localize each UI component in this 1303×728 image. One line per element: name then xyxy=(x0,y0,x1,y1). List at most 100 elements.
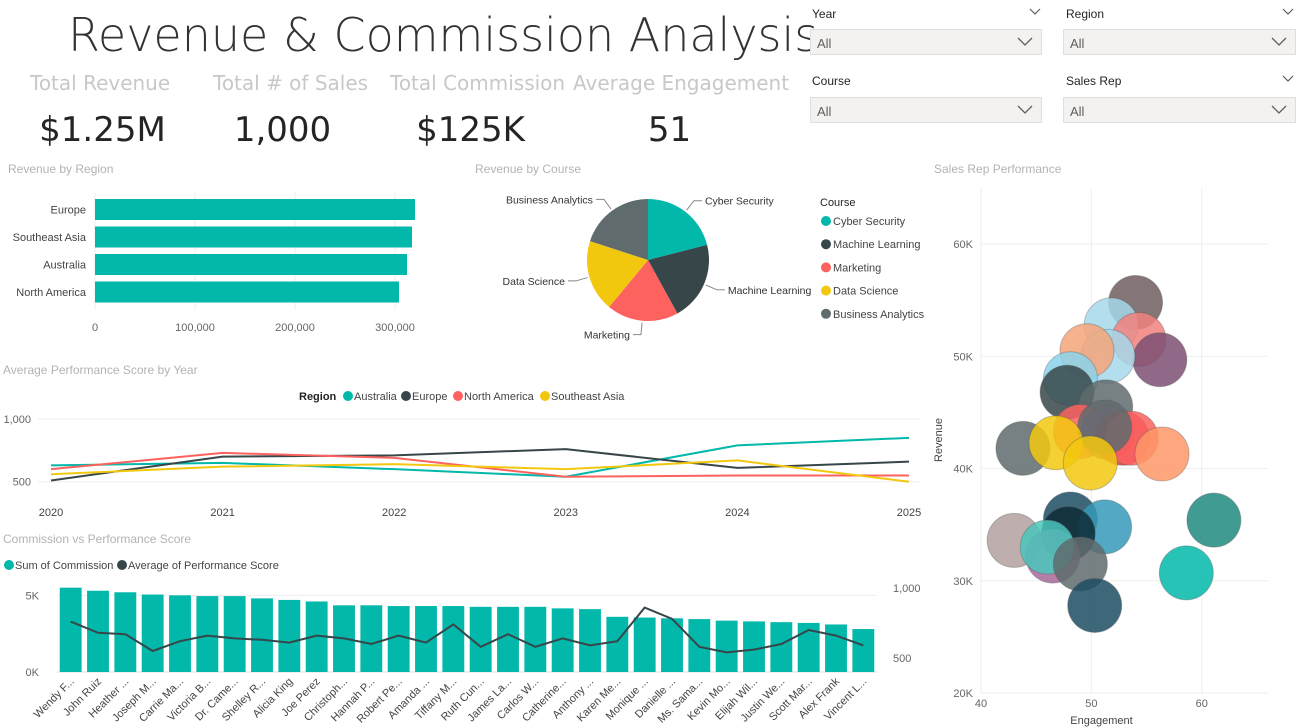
legend-item[interactable]: Machine Learning xyxy=(833,239,920,251)
slice-label: Business Analytics xyxy=(506,194,593,206)
bar[interactable] xyxy=(633,617,656,672)
bar[interactable] xyxy=(223,596,246,672)
legend-item[interactable]: Data Science xyxy=(833,286,898,298)
bar[interactable] xyxy=(387,606,410,672)
bubble[interactable] xyxy=(1067,577,1123,633)
slice-label: Machine Learning xyxy=(728,285,812,297)
bar[interactable] xyxy=(524,606,547,672)
kpi-total-sales-value: 1,000 xyxy=(233,110,332,150)
bubble[interactable] xyxy=(1134,426,1190,482)
bar[interactable] xyxy=(169,595,191,672)
kpi-total-sales-label: Total # of Sales xyxy=(213,71,369,95)
legend-item[interactable]: North America xyxy=(464,391,535,403)
commission-vs-performance-chart[interactable]: Sum of Commission Average of Performance … xyxy=(0,550,930,728)
bar[interactable] xyxy=(715,620,738,672)
slicer-course-label: Course xyxy=(812,74,851,88)
legend-item[interactable]: Business Analytics xyxy=(833,309,925,321)
bar[interactable] xyxy=(579,609,601,672)
y-right-tick-label: 1,000 xyxy=(893,583,921,595)
slicer-region-label: Region xyxy=(1066,7,1105,21)
bar[interactable] xyxy=(114,592,137,672)
kpi-avg-engagement-label: Average Engagement xyxy=(573,71,790,95)
chevron-down-icon[interactable] xyxy=(1029,8,1041,16)
legend-marker xyxy=(821,216,831,226)
legend-marker xyxy=(453,391,463,401)
category-label: Europe xyxy=(51,205,86,217)
bar[interactable] xyxy=(852,629,875,672)
bar[interactable] xyxy=(497,606,519,672)
slice-label: Cyber Security xyxy=(705,196,775,208)
category-label: Southeast Asia xyxy=(13,232,87,244)
leader-line xyxy=(686,200,702,211)
slicer-region-value: All xyxy=(1070,36,1085,51)
sales-rep-performance-chart[interactable]: 40 50 60 20K 30K 40K 50K 60K Engagement Revenue xyxy=(925,180,1303,728)
bar[interactable] xyxy=(360,605,383,672)
legend-item[interactable]: Europe xyxy=(412,391,447,403)
x-tick-label: 300,000 xyxy=(375,322,415,334)
legend-marker xyxy=(4,560,14,570)
bar[interactable] xyxy=(278,599,301,672)
slicer-salesrep-value: All xyxy=(1070,104,1085,119)
revenue-by-course-chart[interactable]: Cyber Security Machine Learning Marketing D… xyxy=(470,180,930,345)
course-chart-title: Revenue by Course xyxy=(475,162,582,176)
legend-title: Region xyxy=(299,391,337,403)
bar[interactable] xyxy=(743,621,765,672)
kpi-total-commission-label: Total Commission xyxy=(390,71,566,95)
x-tick-label: 2020 xyxy=(39,507,63,519)
bar[interactable] xyxy=(141,594,164,672)
x-tick-label: 200,000 xyxy=(275,322,315,334)
y-tick-label: 20K xyxy=(953,688,973,700)
leader-line xyxy=(632,322,643,336)
performance-by-year-chart[interactable]: 1,000 500 2020 2021 2022 2023 2024 2025 Region Au… xyxy=(0,380,930,520)
y-left-tick-label: 5K xyxy=(26,590,40,602)
bar[interactable] xyxy=(251,598,273,672)
scatter-chart-title: Sales Rep Performance xyxy=(934,162,1062,176)
kpi-total-revenue-label: Total Revenue xyxy=(30,71,171,95)
bar[interactable] xyxy=(196,596,219,672)
bubble[interactable] xyxy=(1062,435,1118,491)
bar[interactable] xyxy=(606,616,629,672)
y-tick-label: 500 xyxy=(13,477,31,489)
slicer-course-dropdown[interactable]: All xyxy=(810,97,1042,123)
legend-marker xyxy=(821,308,831,319)
y-tick-label: 50K xyxy=(953,351,973,363)
y-right-tick-label: 500 xyxy=(893,653,911,665)
leader-line xyxy=(567,277,588,282)
bar[interactable] xyxy=(825,624,847,672)
legend-item[interactable]: Average of Performance Score xyxy=(128,560,279,572)
x-tick-label: 60 xyxy=(1196,698,1208,710)
bubble[interactable] xyxy=(1186,492,1242,548)
bubble[interactable] xyxy=(1132,332,1188,388)
y-tick-label: 40K xyxy=(953,464,973,476)
legend-item[interactable]: Marketing xyxy=(833,262,881,274)
legend-item[interactable]: Cyber Security xyxy=(833,216,906,228)
chevron-down-icon[interactable] xyxy=(1282,75,1294,83)
bar[interactable] xyxy=(415,606,437,672)
bar[interactable] xyxy=(95,281,399,303)
y-tick-label: 60K xyxy=(953,239,973,251)
legend-marker xyxy=(117,560,127,570)
bubble[interactable] xyxy=(1158,545,1214,601)
slicer-salesrep-dropdown[interactable]: All xyxy=(1063,97,1296,123)
bar[interactable] xyxy=(59,587,82,672)
bar[interactable] xyxy=(770,622,793,672)
legend-item[interactable]: Southeast Asia xyxy=(551,391,625,403)
bar[interactable] xyxy=(95,254,407,275)
bar[interactable] xyxy=(95,199,415,220)
chevron-down-icon[interactable] xyxy=(1282,8,1294,16)
legend-item[interactable]: Australia xyxy=(354,391,398,403)
legend-marker xyxy=(821,262,831,273)
revenue-by-region-chart[interactable]: 0 100,000 200,000 300,000 Europe Southeast As… xyxy=(0,180,440,340)
slicer-salesrep-label: Sales Rep xyxy=(1066,74,1122,88)
slicer-region-dropdown[interactable]: All xyxy=(1063,29,1296,55)
bar[interactable] xyxy=(442,606,465,672)
slicer-year-dropdown[interactable]: All xyxy=(810,29,1042,55)
legend-item[interactable]: Sum of Commission xyxy=(15,560,113,572)
slicer-year-label: Year xyxy=(812,7,837,21)
x-tick-label: 2021 xyxy=(210,507,234,519)
y-tick-label: 30K xyxy=(953,576,973,588)
bar[interactable] xyxy=(87,590,109,672)
bar[interactable] xyxy=(95,226,412,248)
kpi-total-commission-value: $125K xyxy=(416,110,525,150)
y-tick-label: 1,000 xyxy=(3,414,31,426)
